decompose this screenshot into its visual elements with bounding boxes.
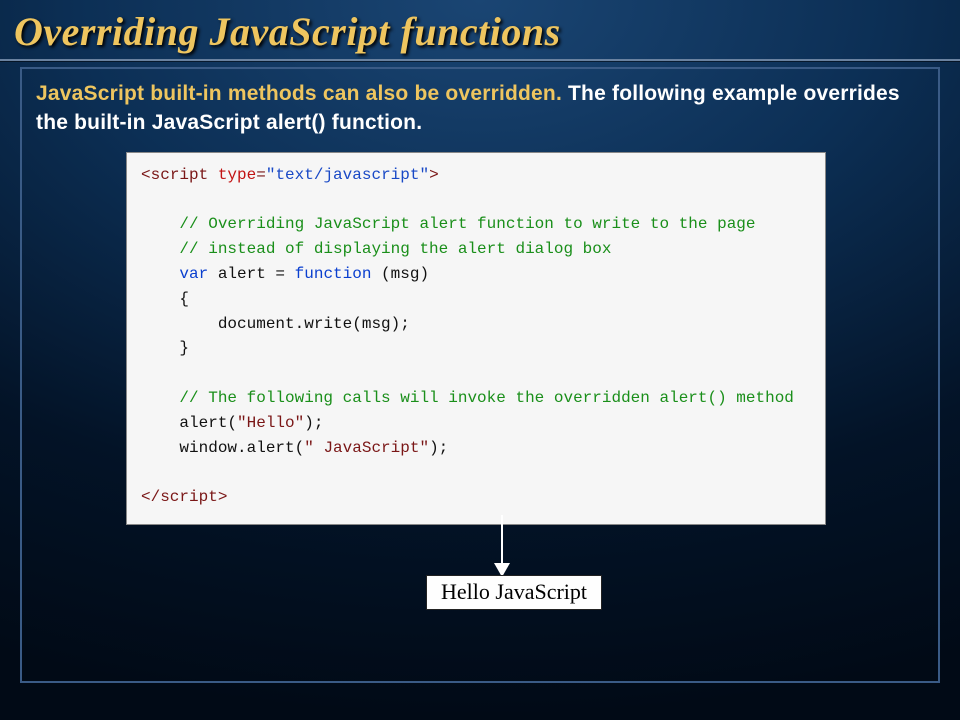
output-box: Hello JavaScript bbox=[426, 575, 602, 610]
arrow-down-icon bbox=[490, 515, 514, 577]
code-snippet: <script type="text/javascript"> // Overr… bbox=[126, 152, 826, 525]
title-underline bbox=[0, 59, 960, 61]
slide-title: Overriding JavaScript functions bbox=[0, 0, 960, 59]
slide: Overriding JavaScript functions JavaScri… bbox=[0, 0, 960, 720]
intro-highlight: JavaScript built-in methods can also be … bbox=[36, 82, 562, 105]
content-frame: JavaScript built-in methods can also be … bbox=[20, 67, 940, 683]
intro-text: JavaScript built-in methods can also be … bbox=[36, 79, 924, 138]
